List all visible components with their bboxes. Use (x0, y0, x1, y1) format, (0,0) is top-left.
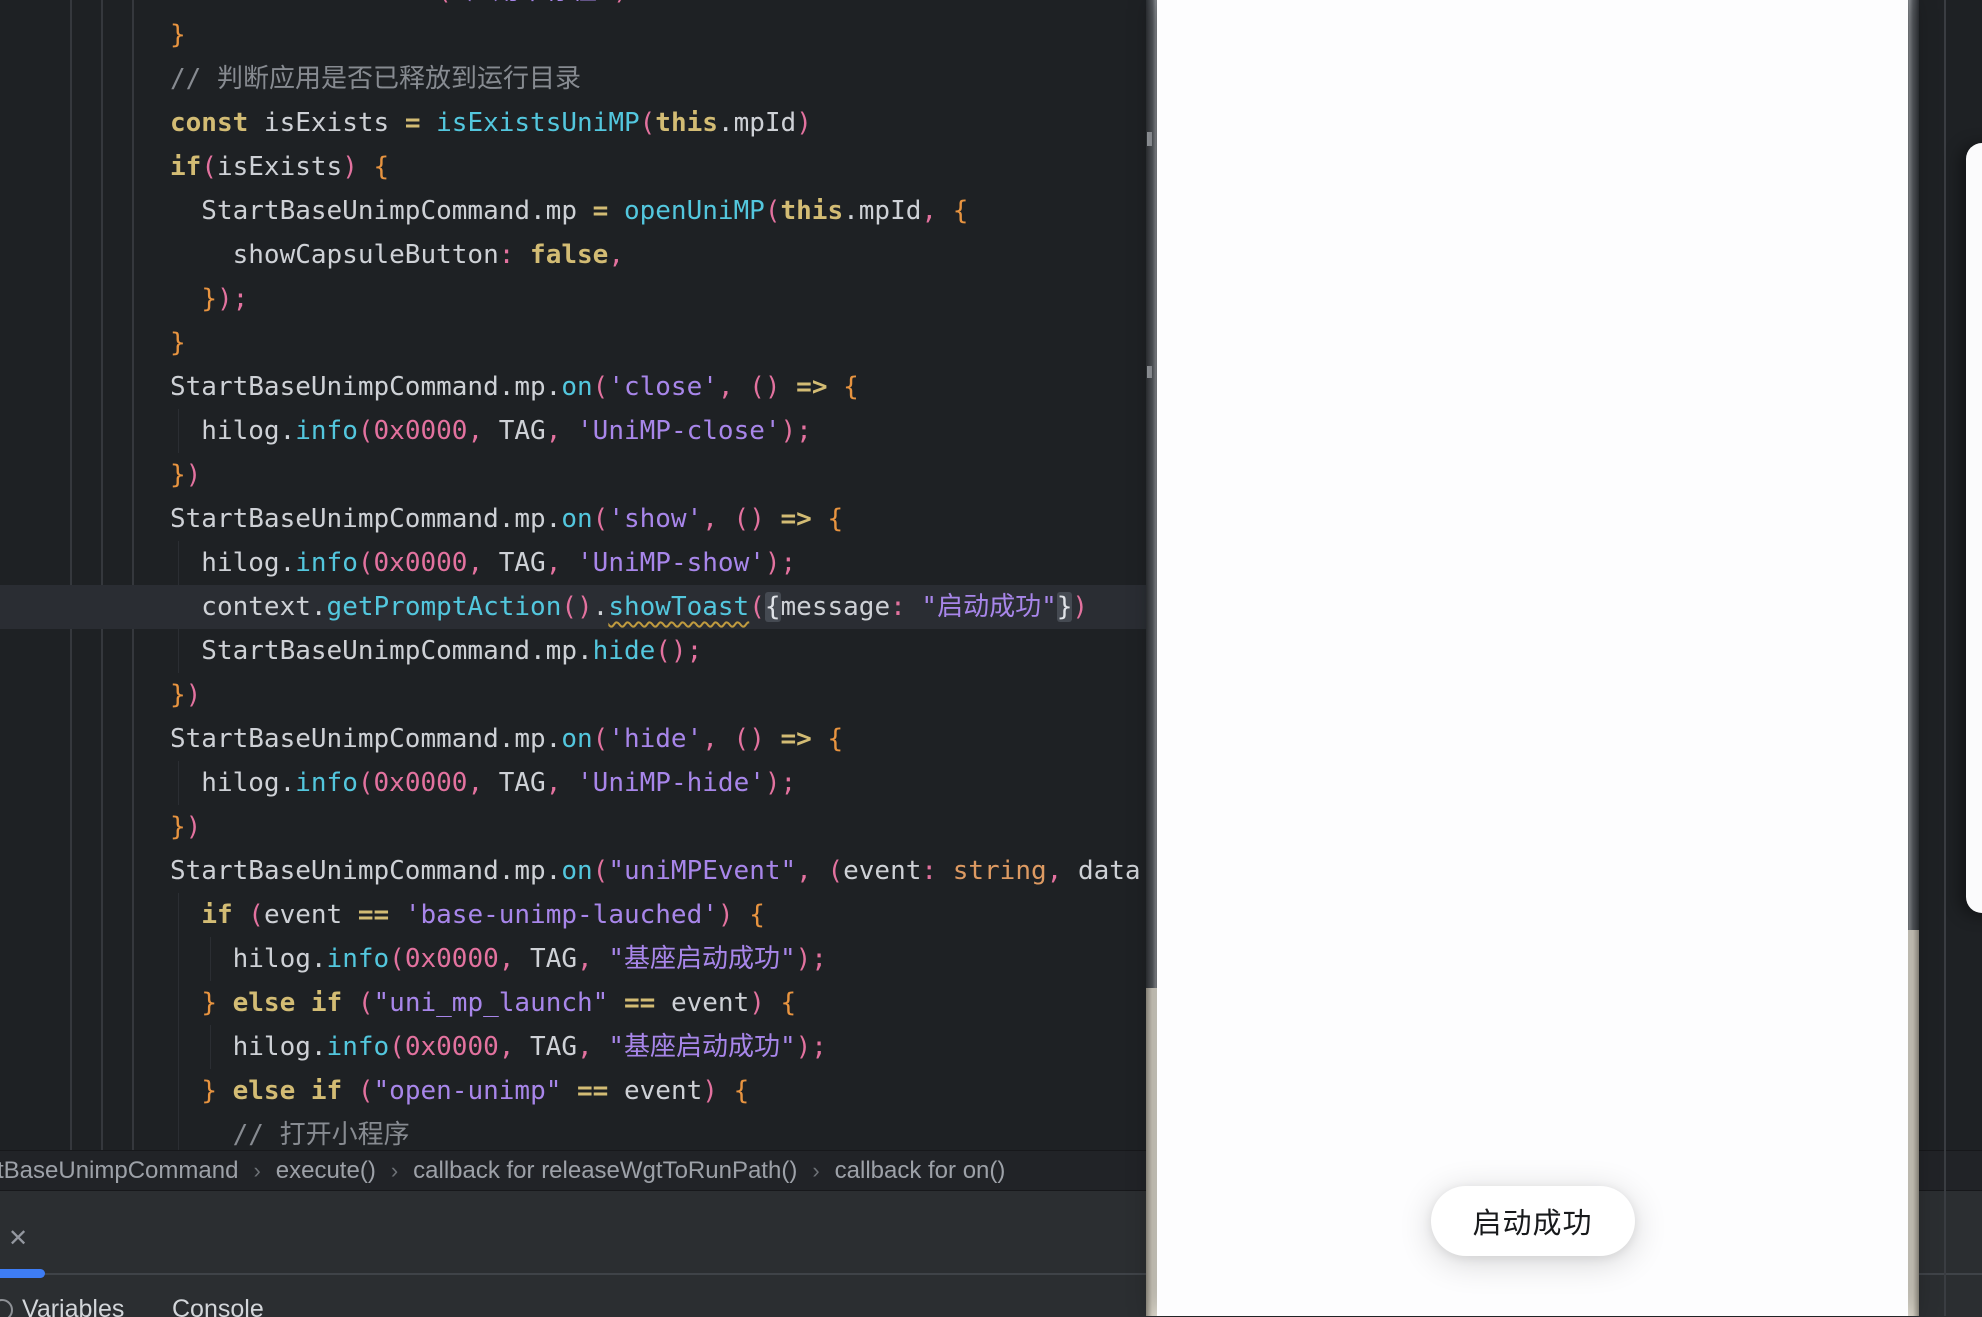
previewer-right-edge (1908, 0, 1919, 930)
code-line[interactable]: StartBaseUnimpCommand.mp.on("uniMPEvent"… (0, 849, 1146, 893)
code-line[interactable]: StartBaseUnimpCommand.mp.hide(); (0, 629, 1146, 673)
code-line[interactable]: } else if ("uni_mp_launch" == event) { (0, 981, 1146, 1025)
tab-variables[interactable]: Variables (22, 1295, 124, 1317)
editor-scrollbar[interactable] (1146, 0, 1157, 988)
previewer-screen[interactable]: 启动成功 (1157, 0, 1908, 1316)
code-line[interactable]: StartBaseUnimpCommand.mp.on('hide', () =… (0, 717, 1146, 761)
tab-console[interactable]: Console (172, 1295, 264, 1317)
code-line[interactable]: }) (0, 453, 1146, 497)
code-editor[interactable]: throw new Error('应用不存在')}// 判断应用是否已释放到运行… (0, 0, 1146, 1150)
code-line[interactable]: }) (0, 805, 1146, 849)
breadcrumb-item[interactable]: callback for releaseWgtToRunPath() (413, 1157, 797, 1185)
previewer-left-edge (1146, 988, 1157, 1316)
scrollbar-mark (1147, 366, 1152, 378)
code-line[interactable]: }) (0, 673, 1146, 717)
code-line[interactable]: } (0, 13, 1146, 57)
progress-bar (0, 1269, 45, 1278)
code-line[interactable]: hilog.info(0x0000, TAG, 'UniMP-show'); (0, 541, 1146, 585)
code-line[interactable]: hilog.info(0x0000, TAG, "基座启动成功"); (0, 937, 1146, 981)
scrollbar-mark (1147, 132, 1152, 146)
variables-tab-icon (0, 1299, 13, 1317)
code-line[interactable]: } else if ("open-unimp" == event) { (0, 1069, 1146, 1113)
code-line[interactable]: hilog.info(0x0000, TAG, 'UniMP-hide'); (0, 761, 1146, 805)
floating-side-window[interactable] (1966, 143, 1982, 913)
code-line[interactable]: hilog.info(0x0000, TAG, 'UniMP-close'); (0, 409, 1146, 453)
code-line[interactable]: StartBaseUnimpCommand.mp = openUniMP(thi… (0, 189, 1146, 233)
code-line[interactable]: StartBaseUnimpCommand.mp.on('close', () … (0, 365, 1146, 409)
code-line[interactable]: context.getPromptAction().showToast({mes… (0, 585, 1146, 629)
code-line[interactable]: StartBaseUnimpCommand.mp.on('show', () =… (0, 497, 1146, 541)
breadcrumb-item[interactable]: execute() (276, 1157, 376, 1185)
previewer-right-edge (1908, 930, 1919, 1316)
code-line[interactable]: } (0, 321, 1146, 365)
code-line[interactable]: throw new Error('应用不存在') (0, 0, 1146, 13)
code-line[interactable]: const isExists = isExistsUniMP(this.mpId… (0, 101, 1146, 145)
breadcrumb-separator-icon: › (812, 1158, 819, 1184)
code-line[interactable]: showCapsuleButton: false, (0, 233, 1146, 277)
breadcrumb-item[interactable]: callback for on() (835, 1157, 1006, 1185)
breadcrumb[interactable]: tBaseUnimpCommand › execute() › callback for… (0, 1151, 1005, 1191)
code-line[interactable]: hilog.info(0x0000, TAG, "基座启动成功"); (0, 1025, 1146, 1069)
code-lines[interactable]: throw new Error('应用不存在')}// 判断应用是否已释放到运行… (0, 0, 1146, 1150)
code-line[interactable]: if (event == 'base-unimp-lauched') { (0, 893, 1146, 937)
panel-divider-line (1944, 0, 1946, 1316)
code-line[interactable]: // 判断应用是否已释放到运行目录 (0, 57, 1146, 101)
close-icon[interactable]: ✕ (8, 1227, 28, 1251)
toast: 启动成功 (1430, 1186, 1634, 1256)
breadcrumb-separator-icon: › (253, 1158, 260, 1184)
code-line[interactable]: // 打开小程序 (0, 1113, 1146, 1150)
breadcrumb-separator-icon: › (391, 1158, 398, 1184)
breadcrumb-item[interactable]: tBaseUnimpCommand (0, 1157, 238, 1185)
code-line[interactable]: if(isExists) { (0, 145, 1146, 189)
code-line[interactable]: }); (0, 277, 1146, 321)
